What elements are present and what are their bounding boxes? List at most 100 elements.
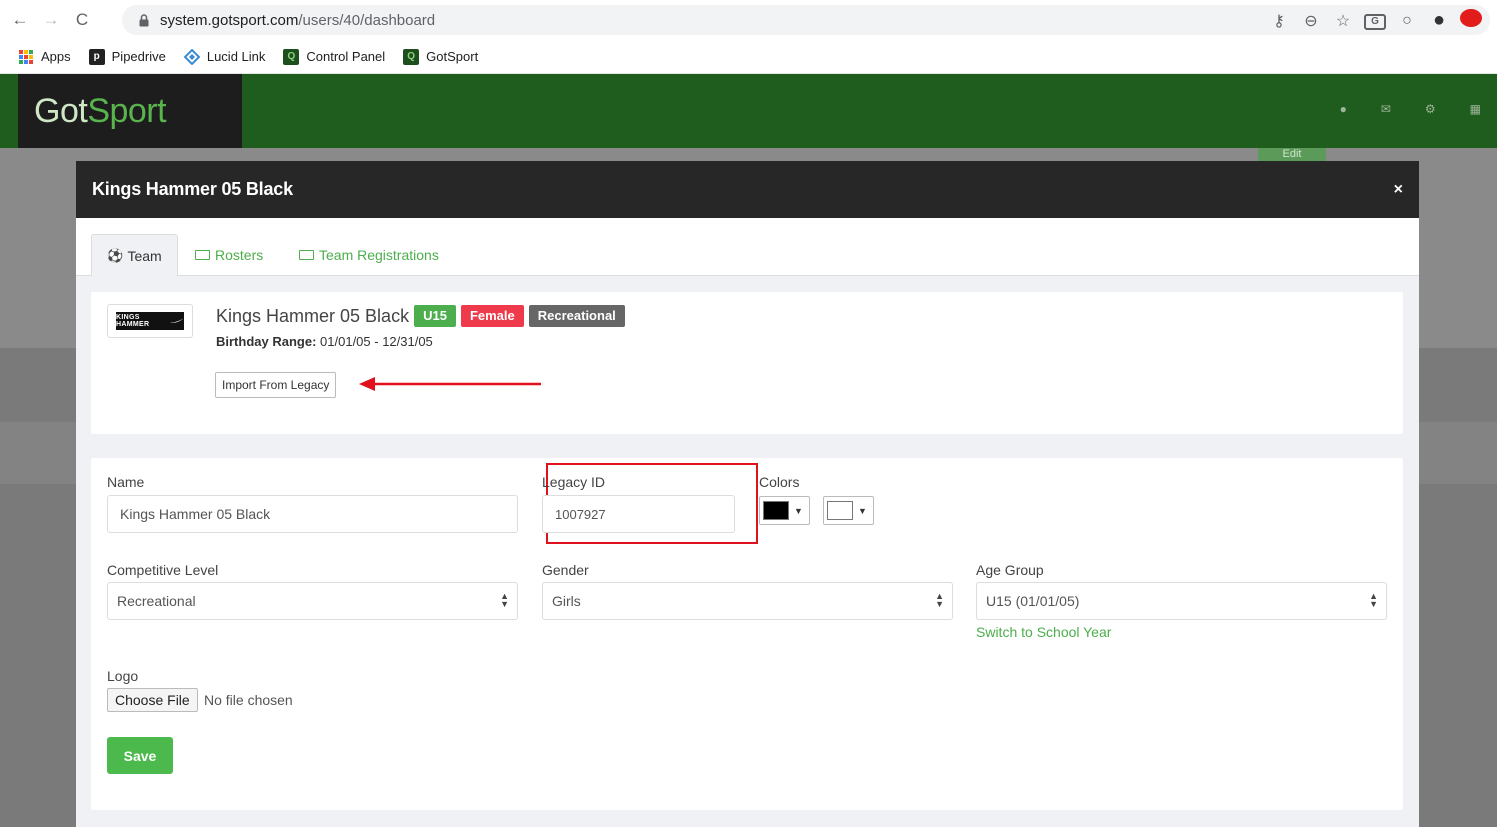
soccer-ball-icon: ⚽ bbox=[107, 247, 124, 263]
competitive-level-label: Competitive Level bbox=[107, 562, 219, 578]
team-summary-card: KINGS HAMMER Kings Hammer 05 Black U15 F… bbox=[91, 292, 1403, 434]
url-text: system.gotsport.com/users/40/dashboard bbox=[160, 12, 435, 29]
bookmark-label: Apps bbox=[41, 49, 71, 64]
primary-color-swatch bbox=[763, 501, 789, 520]
competitive-level-select[interactable]: Recreational ▲ ▼ bbox=[107, 582, 518, 620]
tab-team-registrations[interactable]: Team Registrations bbox=[299, 234, 439, 276]
grid-icon[interactable]: ▦ bbox=[1470, 102, 1481, 116]
lucidlink-icon bbox=[183, 48, 200, 65]
reload-icon[interactable]: C bbox=[71, 9, 93, 31]
tab-label: Team bbox=[127, 247, 162, 264]
modal-tabs: ⚽ Team Rosters Team Registrations bbox=[76, 218, 1419, 276]
bookmark-control-panel[interactable]: Q Control Panel bbox=[283, 48, 386, 65]
apps-grid-icon bbox=[18, 49, 34, 65]
extension-red-icon[interactable] bbox=[1460, 9, 1482, 32]
swoosh-icon bbox=[168, 318, 184, 324]
age-group-select[interactable]: U15 (01/01/05) ▲ ▼ bbox=[976, 582, 1387, 620]
team-name: Kings Hammer 05 Black bbox=[216, 305, 410, 326]
legacy-id-input[interactable]: 1007927 bbox=[542, 495, 735, 533]
age-badge: U15 bbox=[414, 305, 456, 327]
envelope-icon[interactable]: ✉ bbox=[1381, 102, 1391, 116]
secondary-color-swatch bbox=[827, 501, 853, 520]
select-arrows-icon: ▲ ▼ bbox=[500, 591, 509, 609]
tab-rosters[interactable]: Rosters bbox=[195, 234, 263, 276]
logo-text: GotSport bbox=[34, 91, 167, 131]
gotsport-favicon: Q bbox=[283, 48, 300, 65]
tab-team[interactable]: ⚽ Team bbox=[91, 234, 178, 276]
close-icon[interactable]: × bbox=[1394, 181, 1403, 199]
select-value: U15 (01/01/05) bbox=[986, 593, 1080, 609]
logo-sport: Sport bbox=[87, 91, 167, 130]
import-from-legacy-button[interactable]: Import From Legacy bbox=[215, 372, 337, 398]
name-input[interactable]: Kings Hammer 05 Black bbox=[107, 495, 518, 533]
key-icon[interactable]: ⚷ bbox=[1268, 11, 1290, 31]
file-status: No file chosen bbox=[204, 692, 293, 708]
extension-g-icon[interactable]: G bbox=[1364, 11, 1386, 30]
bookmark-label: GotSport bbox=[426, 49, 479, 64]
bookmark-gotsport[interactable]: Q GotSport bbox=[403, 48, 479, 65]
save-button[interactable]: Save bbox=[107, 737, 173, 774]
app-viewport: GotSport ● ✉ ⚙ ▦ Edit Kings Hammer 05 Bl… bbox=[0, 74, 1497, 827]
bookmark-pipedrive[interactable]: p Pipedrive bbox=[88, 48, 166, 65]
list-icon bbox=[299, 250, 314, 260]
bookmark-label: Pipedrive bbox=[111, 49, 166, 64]
select-value: Girls bbox=[552, 593, 581, 609]
select-arrows-icon: ▲ ▼ bbox=[1369, 591, 1378, 609]
gotsport-logo[interactable]: GotSport bbox=[18, 74, 242, 148]
bookmark-apps[interactable]: Apps bbox=[18, 49, 71, 65]
extension-circle-icon[interactable]: ○ bbox=[1396, 12, 1418, 30]
tab-label: Team Registrations bbox=[319, 247, 439, 263]
bookmark-label: Lucid Link bbox=[206, 49, 266, 64]
profile-icon[interactable]: ● bbox=[1428, 9, 1450, 32]
gender-label: Gender bbox=[542, 562, 589, 578]
id-card-icon bbox=[195, 250, 210, 260]
forward-arrow-icon[interactable]: → bbox=[40, 9, 62, 31]
birthday-range: Birthday Range: 01/01/05 - 12/31/05 bbox=[216, 334, 433, 349]
caret-down-icon: ▼ bbox=[858, 505, 867, 516]
url-host: system.gotsport.com bbox=[160, 11, 299, 29]
team-form-card: Name Kings Hammer 05 Black Legacy ID 100… bbox=[91, 458, 1403, 810]
birthday-value: 01/01/05 - 12/31/05 bbox=[320, 334, 433, 349]
app-header: GotSport ● ✉ ⚙ ▦ bbox=[0, 74, 1497, 148]
header-icons: ● ✉ ⚙ ▦ bbox=[1340, 102, 1481, 116]
logo-label: Logo bbox=[107, 668, 139, 684]
level-badge: Recreational bbox=[528, 305, 625, 327]
switch-to-school-year-link[interactable]: Switch to School Year bbox=[976, 624, 1111, 640]
zoom-icon[interactable]: ⊖ bbox=[1300, 11, 1322, 31]
annotation-arrow bbox=[359, 377, 541, 391]
gender-badge: Female bbox=[460, 305, 524, 327]
browser-toolbar: ← → C system.gotsport.com/users/40/dashb… bbox=[0, 0, 1497, 40]
colors-label: Colors bbox=[759, 474, 800, 490]
team-name-row: Kings Hammer 05 Black U15 Female Recreat… bbox=[216, 305, 625, 327]
logo-got: Got bbox=[34, 91, 88, 130]
gear-icon[interactable]: ⚙ bbox=[1425, 102, 1436, 116]
omnibox-actions: ⚷ ⊖ ☆ G ○ ● bbox=[1268, 9, 1482, 32]
back-arrow-icon[interactable]: ← bbox=[9, 9, 31, 31]
team-logo: KINGS HAMMER bbox=[107, 304, 193, 338]
secondary-color-picker[interactable]: ▼ bbox=[823, 496, 874, 525]
primary-color-picker[interactable]: ▼ bbox=[759, 496, 810, 525]
edit-button-background: Edit bbox=[1258, 148, 1326, 162]
bookmark-label: Control Panel bbox=[306, 49, 386, 64]
caret-down-icon: ▼ bbox=[794, 505, 803, 516]
age-group-label: Age Group bbox=[976, 562, 1044, 578]
gotsport-favicon: Q bbox=[403, 48, 420, 65]
user-icon[interactable]: ● bbox=[1340, 102, 1347, 116]
select-value: Recreational bbox=[117, 593, 196, 609]
choose-file-button[interactable]: Choose File bbox=[107, 688, 198, 712]
modal-header: Kings Hammer 05 Black × bbox=[76, 161, 1419, 218]
tab-label: Rosters bbox=[215, 247, 264, 263]
birthday-label: Birthday Range: bbox=[216, 334, 317, 349]
star-icon[interactable]: ☆ bbox=[1332, 11, 1354, 31]
legacy-id-label: Legacy ID bbox=[542, 474, 606, 490]
team-modal: Kings Hammer 05 Black × ⚽ Team Rosters T… bbox=[76, 161, 1419, 827]
address-bar[interactable]: system.gotsport.com/users/40/dashboard ⚷… bbox=[122, 5, 1490, 35]
gender-select[interactable]: Girls ▲ ▼ bbox=[542, 582, 953, 620]
name-label: Name bbox=[107, 474, 145, 490]
team-logo-text: KINGS HAMMER bbox=[116, 314, 150, 328]
lock-icon bbox=[138, 13, 150, 27]
url-path: /users/40/dashboard bbox=[298, 11, 436, 29]
modal-title: Kings Hammer 05 Black bbox=[92, 179, 293, 199]
bookmark-lucid-link[interactable]: Lucid Link bbox=[183, 48, 266, 65]
bookmarks-bar: Apps p Pipedrive Lucid Link Q Control Pa… bbox=[0, 40, 1497, 74]
